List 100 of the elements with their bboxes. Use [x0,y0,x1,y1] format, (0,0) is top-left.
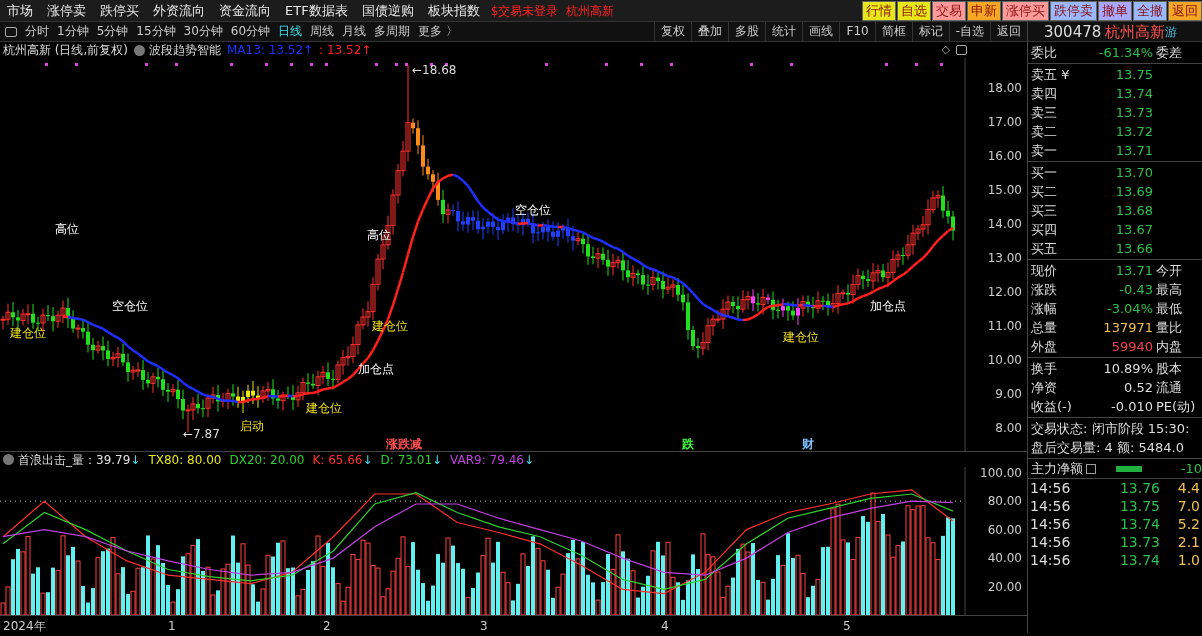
quick-button[interactable]: 申新 [967,0,1001,21]
indicator-value: D: 73.01↓ [380,451,443,468]
chart-annotation: 启动 [240,419,264,433]
quick-button[interactable]: 行情 [862,0,896,21]
menu-item[interactable]: 市场 [0,0,40,21]
quote-label: 委差 [1155,44,1183,62]
axis-label: 40.00 [987,551,1022,566]
menu-item[interactable]: 国债逆购 [354,0,421,21]
tick-price: 13.75 [1118,497,1160,515]
axis-label: 100.00 [980,467,1022,480]
tick-volume: 7.0 [1176,497,1200,515]
tick-volume: 2.1 [1176,533,1200,551]
quote-label: 最低 [1155,300,1183,318]
axis-label: 17.00 [987,115,1022,129]
quote-label: 卖四 [1031,85,1058,103]
date-label: 3 [480,618,488,635]
tick-volume: 5.2 [1176,515,1200,533]
quote-label: 卖五 ¥ [1031,66,1071,84]
chart-annotation: 建仓位 [783,330,819,344]
stock-tag: 游 [1165,22,1178,41]
stock-name: 杭州高新 [1105,22,1166,41]
quick-button[interactable]: 返回 [1168,0,1202,21]
menu-item[interactable]: 外资流向 [146,0,212,21]
quick-button[interactable]: 涨停买 [1002,0,1049,21]
toolbar-button[interactable]: 统计 [765,22,803,41]
toolbar-button[interactable]: 标记 [911,22,949,41]
axis-label: 14.00 [987,217,1022,231]
event-marker: 跌 [682,437,694,451]
toolbar-button[interactable]: 多股 [728,22,766,41]
axis-label: 12.00 [987,285,1022,299]
low-label: ←7.87 [183,427,220,441]
quote-value: -0.43 [1118,281,1153,299]
ma-value: MA13: 13.52↑ [227,42,314,58]
quote-label: 卖一 [1031,142,1058,160]
menu-item[interactable]: ETF数据表 [278,0,355,21]
toolbar-button[interactable]: 简框 [874,22,912,41]
quote-value: 59940 [1110,338,1153,356]
tick-price: 13.73 [1118,533,1160,551]
menu-item[interactable]: 涨停卖 [40,0,93,21]
chart-annotation: 高位 [55,222,79,236]
axis-label: 8.00 [995,421,1022,435]
indicator-value: K: 65.66↓ [312,451,373,468]
quick-button[interactable]: 全撤 [1133,0,1167,21]
login-notice: $交易未登录 [490,2,559,20]
quick-button[interactable]: 撤单 [1098,0,1132,21]
axis-label: 60.00 [987,522,1022,537]
tick-time: 14:56 [1030,551,1072,569]
status-text: 交易状态: 闭市阶段 15:30: [1030,420,1191,438]
quote-value: 13.71 [1114,262,1153,280]
axis-label: 10.00 [987,353,1022,367]
period-tab[interactable]: 15分钟 [132,22,180,41]
quote-label: 换手 [1031,360,1058,378]
period-tab[interactable]: 更多 〉 [414,22,462,41]
chart-annotation: 空仓位 [515,203,551,217]
indicator-value: DX20: 20.00 [229,451,305,468]
quick-button[interactable]: 跌停卖 [1050,0,1097,21]
stock-name: 杭州高新 [566,2,615,20]
toolbar-button[interactable]: 复权 [654,22,692,41]
axis-label: 15.00 [987,183,1022,197]
tick-price: 13.74 [1118,515,1160,533]
period-tab[interactable]: 分时 [21,22,53,41]
toolbar-button[interactable]: 画线 [802,22,840,41]
chart-annotation: 建仓位 [306,401,342,415]
axis-label: 11.00 [987,319,1022,333]
quote-label: 收益(-) [1031,398,1073,416]
period-tab[interactable]: 5分钟 [92,22,133,41]
menu-item[interactable]: 资金流向 [212,0,278,21]
diamond-icon[interactable]: ◇ [941,42,950,58]
quote-value: 13.70 [1114,164,1153,182]
quote-value: 13.69 [1114,183,1153,201]
quote-label: 净资 [1031,379,1058,397]
quote-value: 13.74 [1114,85,1153,103]
quick-button[interactable]: 交易 [932,0,966,21]
period-tab[interactable]: 1分钟 [53,22,93,41]
toolbar-button[interactable]: 叠加 [691,22,729,41]
event-marker: 财 [802,437,814,451]
period-tab[interactable]: 月线 [338,22,371,41]
tick-time: 14:56 [1030,479,1072,497]
period-tab[interactable]: 周线 [306,22,339,41]
quick-button[interactable]: 自选 [897,0,931,21]
date-label: 5 [843,618,851,635]
quote-label: PE(动) [1155,398,1197,416]
period-tab[interactable]: 30分钟 [179,22,227,41]
quote-value: 13.73 [1114,104,1153,122]
toolbar-button[interactable]: -自选 [948,22,990,41]
menu-item[interactable]: 板块指数 [420,0,487,21]
period-tab[interactable]: 60分钟 [226,22,275,41]
ma-value: : 13.52↑ [319,42,372,58]
period-tab[interactable]: 日线 [274,22,307,41]
indicator-value: TX80: 80.00 [148,451,222,468]
chart-annotation: 建仓位 [10,326,46,340]
menu-item[interactable]: 跌停买 [93,0,146,21]
quote-value: 13.72 [1114,123,1153,141]
toolbar-button[interactable]: F10 [839,22,875,41]
toolbar-button[interactable]: 返回 [990,22,1027,41]
quote-label: 内盘 [1155,338,1183,356]
quote-label: 买二 [1031,183,1058,201]
period-tab[interactable]: 多周期 [370,22,415,41]
quote-label: 现价 [1031,262,1058,280]
quote-value: 13.75 [1114,66,1153,84]
